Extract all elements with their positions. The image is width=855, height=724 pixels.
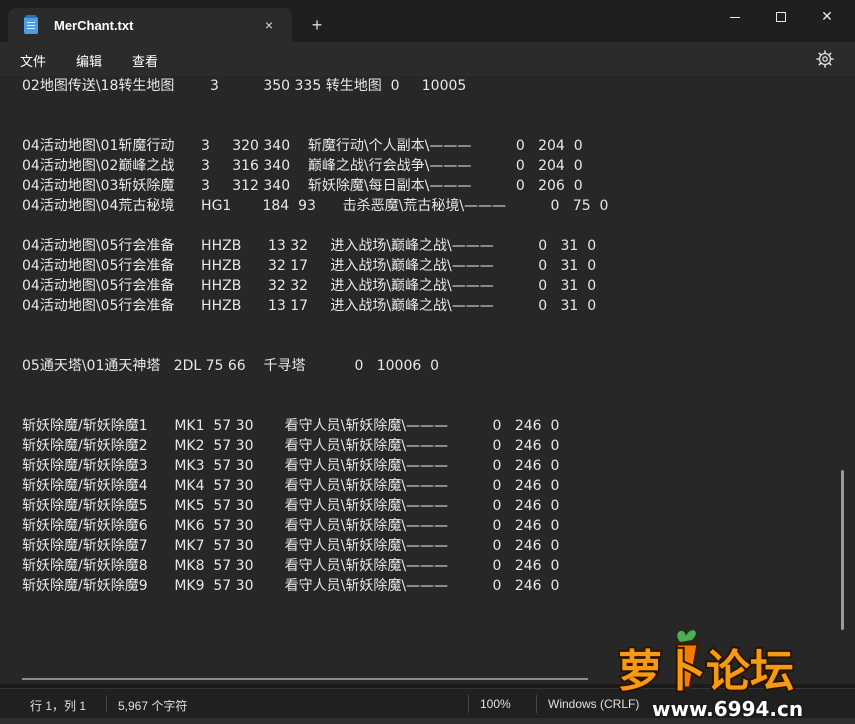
title-bar: MerChant.txt × + ✕ [0,0,855,42]
menu-bar: 文件 编辑 查看 [0,42,855,76]
text-line: 04活动地图\05行会准备 HHZB 13 32 进入战场\巅峰之战\——— 0… [22,238,597,254]
status-divider [106,695,107,713]
close-window-button[interactable]: ✕ [804,0,850,32]
maximize-button[interactable] [758,0,804,32]
text-line: 斩妖除魔/斩妖除魔2 MK2 57 30 看守人员\斩妖除魔\——— 0 246… [22,438,560,454]
text-line: 04活动地图\03斩妖除魔 3 312 340 斩妖除魔\每日副本\——— 0 … [22,178,583,194]
text-line: 04活动地图\05行会准备 HHZB 32 32 进入战场\巅峰之战\——— 0… [22,278,597,294]
text-line: 斩妖除魔/斩妖除魔8 MK8 57 30 看守人员\斩妖除魔\——— 0 246… [22,558,560,574]
text-line: 04活动地图\01斩魔行动 3 320 340 斩魔行动\个人副本\——— 0 … [22,138,583,154]
text-line: 04活动地图\05行会准备 HHZB 32 17 进入战场\巅峰之战\——— 0… [22,258,597,274]
watermark-graphic: 萝卜论坛 www.6994.cn [616,630,805,723]
text-editor[interactable]: 02地图传送\18转生地图 3 350 335 转生地图 0 10005 04活… [0,76,855,684]
vertical-scrollbar[interactable] [841,470,844,630]
text-line: 斩妖除魔/斩妖除魔6 MK6 57 30 看守人员\斩妖除魔\——— 0 246… [22,518,560,534]
tab-title: MerChant.txt [54,18,134,33]
minimize-button[interactable] [712,0,758,32]
text-line: 05通天塔\01通天神塔 2DL 75 66 千寻塔 0 10006 0 [22,358,440,374]
watermark-brand: 萝卜论坛 [618,646,794,697]
text-line: 斩妖除魔/斩妖除魔7 MK7 57 30 看守人员\斩妖除魔\——— 0 246… [22,538,560,554]
zoom-level[interactable]: 100% [480,697,511,711]
text-line: 斩妖除魔/斩妖除魔3 MK3 57 30 看守人员\斩妖除魔\——— 0 246… [22,458,560,474]
close-icon: ✕ [821,8,833,24]
text-line: 04活动地图\02巅峰之战 3 316 340 巅峰之战\行会战争\——— 0 … [22,158,583,174]
menu-file[interactable]: 文件 [20,51,46,70]
text-line: 斩妖除魔/斩妖除魔4 MK4 57 30 看守人员\斩妖除魔\——— 0 246… [22,478,560,494]
text-line: 04活动地图\04荒古秘境 HG1 184 93 击杀恶魔\荒古秘境\——— 0… [22,198,609,214]
tab-merchant[interactable]: MerChant.txt × [8,8,292,42]
text-line: 斩妖除魔/斩妖除魔1 MK1 57 30 看守人员\斩妖除魔\——— 0 246… [22,418,560,434]
char-count: 5,967 个字符 [118,699,188,713]
minimize-icon [730,16,740,18]
settings-button[interactable] [816,50,834,68]
maximize-icon [776,12,786,23]
watermark-logo: 萝卜论坛 www.6994.cn [612,620,842,723]
notepad-icon [24,15,38,34]
gear-icon [816,50,834,68]
text-line: 斩妖除魔/斩妖除魔5 MK5 57 30 看守人员\斩妖除魔\——— 0 246… [22,498,560,514]
menu-edit[interactable]: 编辑 [76,51,102,70]
text-line: 04活动地图\05行会准备 HHZB 13 17 进入战场\巅峰之战\——— 0… [22,298,597,314]
status-divider [468,695,469,713]
text-line: 02地图传送\18转生地图 3 350 335 转生地图 0 10005 [22,78,467,94]
text-line: 斩妖除魔/斩妖除魔9 MK9 57 30 看守人员\斩妖除魔\——— 0 246… [22,578,560,594]
tab-close-button[interactable]: × [258,14,280,36]
menu-view[interactable]: 查看 [132,51,158,70]
new-tab-button[interactable]: + [305,14,329,38]
status-divider [536,695,537,713]
watermark-site: www.6994.cn [652,697,803,720]
cursor-position: 行 1，列 1 [30,699,87,713]
horizontal-scrollbar[interactable] [22,678,588,680]
